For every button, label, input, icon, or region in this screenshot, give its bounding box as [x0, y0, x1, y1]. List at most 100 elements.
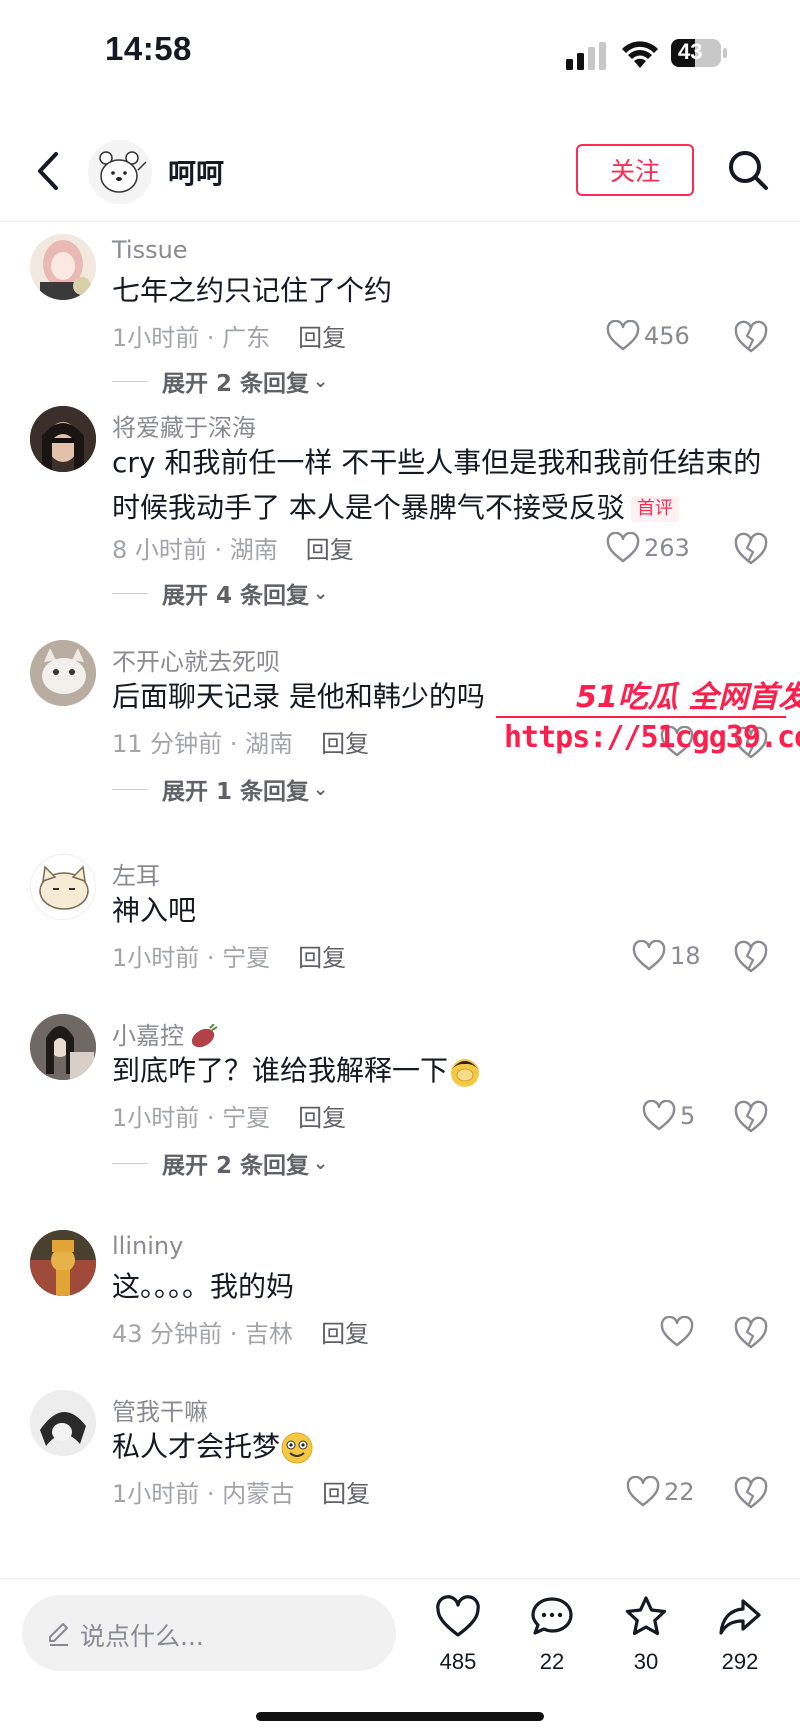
- first-comment-badge: 首评: [630, 496, 679, 522]
- comment-input[interactable]: 说点什么...: [22, 1595, 396, 1671]
- like-button[interactable]: 5: [642, 1098, 695, 1134]
- commenter-name[interactable]: 小嘉控: [112, 1016, 218, 1051]
- comment-text: 这。。。。我的妈: [112, 1270, 295, 1303]
- expand-replies-label: 展开 2 条回复: [162, 371, 310, 397]
- author-name[interactable]: 呵呵: [168, 152, 224, 192]
- favorite-action-count: 30: [633, 1649, 659, 1674]
- battery-icon: 43: [670, 38, 728, 68]
- star-icon: [625, 1596, 667, 1636]
- comment-action[interactable]: 22: [512, 1595, 592, 1695]
- commenter-avatar[interactable]: [30, 1230, 96, 1296]
- dislike-icon[interactable]: [734, 532, 768, 566]
- reply-button[interactable]: 回复: [298, 1104, 346, 1132]
- expand-replies-label: 展开 2 条回复: [162, 1153, 310, 1179]
- comment-meta: 8 小时前 · 湖南 回复: [112, 530, 354, 565]
- dislike-icon[interactable]: [734, 1100, 768, 1134]
- home-indicator[interactable]: [256, 1712, 544, 1721]
- like-button[interactable]: 18: [632, 938, 701, 974]
- like-count: 22: [664, 1478, 695, 1506]
- expand-replies[interactable]: 展开 1 条回复 ⌄: [112, 772, 328, 806]
- reply-button[interactable]: 回复: [321, 1320, 369, 1348]
- sweet-potato-icon: [191, 1023, 218, 1048]
- commenter-name[interactable]: 左耳: [112, 856, 160, 891]
- dislike-icon[interactable]: [734, 320, 768, 354]
- dislike-icon[interactable]: [734, 940, 768, 974]
- comment-text: cry 和我前任一样 不干些人事但是我和我前任结束的时候我动手了 本人是个暴脾气…: [112, 440, 777, 530]
- back-arrow-icon[interactable]: [28, 146, 68, 196]
- comment-time-location: 11 分钟前 · 湖南: [112, 730, 294, 758]
- heart-icon: [642, 1100, 676, 1131]
- status-time: 14:58: [105, 30, 192, 67]
- commenter-name[interactable]: 将爱藏于深海: [112, 408, 256, 443]
- heart-icon: [632, 940, 666, 971]
- like-button[interactable]: [660, 724, 698, 760]
- comment-input-placeholder: 说点什么...: [80, 1622, 204, 1651]
- expand-replies[interactable]: 展开 2 条回复 ⌄: [112, 1146, 328, 1180]
- like-count: 456: [644, 322, 690, 350]
- reply-button[interactable]: 回复: [322, 1480, 370, 1508]
- like-action-count: 485: [439, 1649, 477, 1674]
- author-avatar[interactable]: [88, 140, 152, 204]
- reply-button[interactable]: 回复: [298, 944, 346, 972]
- share-action[interactable]: 292: [700, 1595, 780, 1695]
- reply-button[interactable]: 回复: [298, 324, 346, 352]
- chevron-down-icon: ⌄: [313, 370, 329, 392]
- heart-icon: [606, 320, 640, 351]
- follow-button[interactable]: 关注: [576, 144, 694, 196]
- comment-meta: 43 分钟前 · 吉林 回复: [112, 1314, 369, 1349]
- chevron-down-icon: ⌄: [313, 582, 329, 604]
- like-count: 5: [680, 1102, 696, 1130]
- like-button[interactable]: 22: [626, 1474, 695, 1510]
- comment-meta: 1小时前 · 宁夏 回复: [112, 1098, 346, 1133]
- search-icon[interactable]: [726, 148, 770, 192]
- reply-button[interactable]: 回复: [321, 730, 369, 758]
- commenter-avatar[interactable]: [30, 406, 96, 472]
- reply-button[interactable]: 回复: [306, 536, 354, 564]
- comment-meta: 1小时前 · 宁夏 回复: [112, 938, 346, 973]
- comment-text: 私人才会托梦: [112, 1424, 772, 1469]
- commenter-avatar[interactable]: [30, 854, 96, 920]
- dislike-icon[interactable]: [734, 726, 768, 760]
- like-button[interactable]: 456: [606, 318, 690, 354]
- chevron-down-icon: ⌄: [313, 1152, 329, 1174]
- comment-list[interactable]: Tissue 七年之约只记住了个约 1小时前 · 广东 回复 456 展开 2 条…: [0, 222, 800, 1578]
- comment-time-location: 1小时前 · 内蒙古: [112, 1480, 295, 1508]
- like-count: 263: [644, 534, 690, 562]
- comment-time-location: 1小时前 · 宁夏: [112, 1104, 271, 1132]
- battery-level: 43: [678, 39, 703, 64]
- comment-text-content: 私人才会托梦: [112, 1430, 281, 1463]
- expand-replies[interactable]: 展开 4 条回复 ⌄: [112, 576, 328, 610]
- commenter-name[interactable]: Tissue: [112, 236, 188, 264]
- expand-replies[interactable]: 展开 2 条回复 ⌄: [112, 364, 328, 398]
- dislike-icon[interactable]: [734, 1316, 768, 1350]
- like-button[interactable]: 263: [606, 530, 690, 566]
- commenter-name[interactable]: 管我干嘛: [112, 1392, 208, 1427]
- facepalm-emoji-icon: [451, 1059, 480, 1087]
- favorite-action[interactable]: 30: [606, 1595, 686, 1695]
- like-button[interactable]: [660, 1314, 698, 1350]
- status-bar: 14:58 43: [0, 0, 800, 110]
- comment-text: 到底咋了？谁给我解释一下: [112, 1048, 772, 1093]
- expand-replies-label: 展开 1 条回复: [162, 779, 310, 805]
- comment-text-content: 到底咋了？谁给我解释一下: [112, 1054, 449, 1087]
- commenter-avatar[interactable]: [30, 640, 96, 706]
- bottom-action-bar: 说点什么... 485 22 30 292: [0, 1578, 800, 1734]
- commenter-avatar[interactable]: [30, 1390, 96, 1456]
- heart-icon: [436, 1595, 480, 1637]
- comment-text: 后面聊天记录 是他和韩少的吗: [112, 680, 485, 713]
- chevron-down-icon: ⌄: [313, 778, 329, 800]
- commenter-avatar[interactable]: [30, 1014, 96, 1080]
- expand-replies-label: 展开 4 条回复: [162, 583, 310, 609]
- commenter-name[interactable]: llininy: [112, 1232, 183, 1260]
- like-action[interactable]: 485: [418, 1595, 498, 1695]
- comment-meta: 11 分钟前 · 湖南 回复: [112, 724, 369, 759]
- commenter-name[interactable]: 不开心就去死呗: [112, 642, 280, 677]
- cellular-signal-icon: [566, 42, 606, 70]
- share-arrow-icon: [719, 1599, 761, 1635]
- commenter-avatar[interactable]: [30, 234, 96, 300]
- comment-text: 七年之约只记住了个约: [112, 274, 393, 307]
- dislike-icon[interactable]: [734, 1476, 768, 1510]
- heart-icon: [626, 1476, 660, 1507]
- smile-emoji-icon: [281, 1432, 313, 1464]
- wifi-icon: [622, 41, 658, 68]
